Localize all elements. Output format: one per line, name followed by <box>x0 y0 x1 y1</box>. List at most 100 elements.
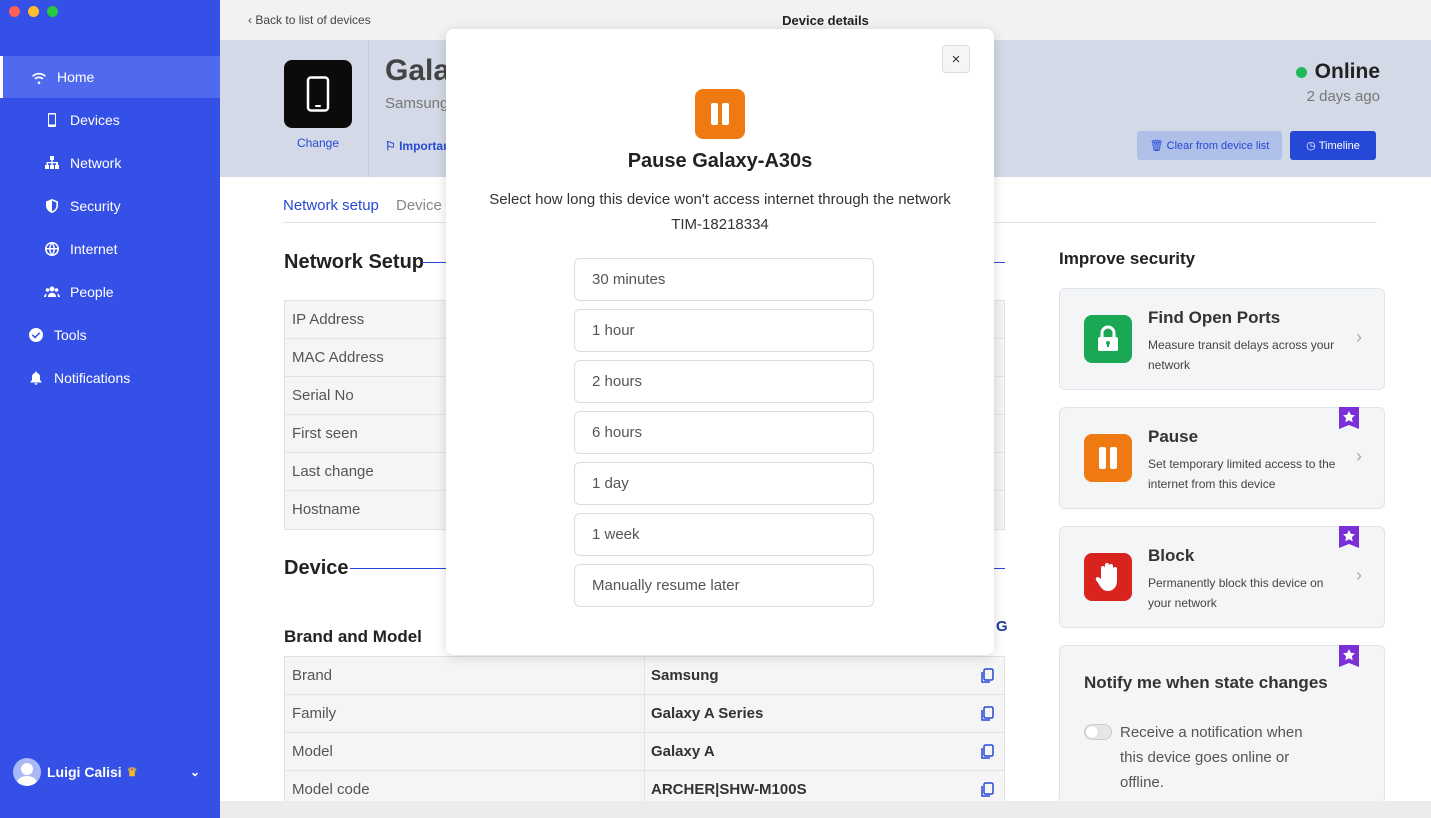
chevron-right-icon: › <box>1356 446 1362 466</box>
copy-icon[interactable] <box>980 782 994 798</box>
premium-star-icon <box>1339 407 1359 429</box>
network-name: TIM-18218334 <box>671 216 769 233</box>
clock-icon: ◷ <box>1306 140 1319 152</box>
sidebar-item-label: Internet <box>70 241 118 257</box>
card-notify: Notify me when state changes Receive a n… <box>1059 645 1385 805</box>
card-description: Set temporary limited access to the inte… <box>1148 457 1336 491</box>
premium-star-icon <box>1339 645 1359 667</box>
lock-icon <box>1084 315 1132 363</box>
card-description: Measure transit delays across your netwo… <box>1148 338 1335 372</box>
sidebar-item-notifications[interactable]: Notifications <box>0 357 220 399</box>
wifi-icon <box>30 68 48 86</box>
clear-from-list-button[interactable]: 🗑 Clear from device list <box>1137 131 1282 160</box>
sidebar-item-internet[interactable]: Internet <box>0 228 220 270</box>
device-brand: Samsung <box>385 95 449 112</box>
online-dot <box>1295 66 1307 78</box>
minimize-window-button[interactable] <box>28 6 39 17</box>
table-row: Family Galaxy A Series <box>285 695 1004 733</box>
tab-network-setup[interactable]: Network setup <box>283 197 379 214</box>
row-value: Galaxy A <box>645 733 1004 770</box>
card-find-open-ports[interactable]: Find Open Ports Measure transit delays a… <box>1059 288 1385 390</box>
pause-option-2-hours[interactable]: 2 hours <box>574 360 874 403</box>
sidebar-item-network[interactable]: Network <box>0 142 220 184</box>
sidebar-item-label: Home <box>57 69 95 85</box>
notify-toggle[interactable] <box>1084 724 1112 740</box>
sidebar-item-security[interactable]: Security <box>0 185 220 227</box>
row-value: Galaxy A Series <box>645 695 1004 732</box>
modal-description-line: Select how long this device won't access… <box>489 191 951 208</box>
row-value-text: Samsung <box>651 667 719 684</box>
sidebar-item-label: Security <box>70 198 121 214</box>
modal-description: Select how long this device won't access… <box>446 187 994 237</box>
flag-icon: ⚐ <box>385 139 400 153</box>
last-seen: 2 days ago <box>1306 88 1380 105</box>
copy-icon[interactable] <box>980 668 994 684</box>
sidebar-item-home[interactable]: Home <box>0 56 220 98</box>
pause-modal: × Pause Galaxy-A30s Select how long this… <box>446 29 994 655</box>
premium-star-icon <box>1339 526 1359 548</box>
user-menu[interactable]: Luigi Calisi ♛ ⌄ <box>13 758 208 786</box>
clear-button-label: Clear from device list <box>1166 139 1270 152</box>
tab-device[interactable]: Device <box>396 197 442 214</box>
pause-option-1-hour[interactable]: 1 hour <box>574 309 874 352</box>
brand-model-title: Brand and Model <box>284 627 422 646</box>
pause-option-1-week[interactable]: 1 week <box>574 513 874 556</box>
change-image-link[interactable]: Change <box>284 136 352 150</box>
pause-option-1-day[interactable]: 1 day <box>574 462 874 505</box>
pause-option-manual[interactable]: Manually resume later <box>574 564 874 607</box>
chevron-right-icon: › <box>1356 565 1362 585</box>
section-title-device: Device <box>284 557 349 579</box>
pause-option-30-minutes[interactable]: 30 minutes <box>574 258 874 301</box>
sidebar-item-people[interactable]: People <box>0 271 220 313</box>
row-key: Brand <box>285 657 645 694</box>
important-toggle[interactable]: ⚐ Important <box>385 139 454 153</box>
page-title: Device details <box>782 13 869 28</box>
pause-icon <box>1084 434 1132 482</box>
zoom-window-button[interactable] <box>47 6 58 17</box>
shield-icon <box>43 197 61 215</box>
copy-icon[interactable] <box>980 744 994 760</box>
bottom-edge <box>220 801 1431 818</box>
row-value: Samsung <box>645 657 1004 694</box>
card-title: Notify me when state changes <box>1084 673 1328 692</box>
row-key: Family <box>285 695 645 732</box>
modal-title: Pause Galaxy-A30s <box>627 150 813 172</box>
sidebar-item-label: Notifications <box>54 370 131 386</box>
card-title: Block <box>1148 546 1195 565</box>
toggle-label: Receive a notification when this device … <box>1120 724 1303 791</box>
crown-icon: ♛ <box>126 765 138 779</box>
window-controls <box>9 6 58 17</box>
people-icon <box>43 283 61 301</box>
trash-icon: 🗑 <box>1149 140 1167 152</box>
phone-icon <box>43 111 61 129</box>
device-image <box>284 60 352 128</box>
timeline-button-label: Timeline <box>1318 139 1360 152</box>
card-title: Find Open Ports <box>1148 308 1281 327</box>
smartphone-icon <box>306 76 330 112</box>
brand-logo: G <box>996 618 1008 635</box>
globe-icon <box>43 240 61 258</box>
row-value-text: ARCHER|SHW-M100S <box>651 781 807 798</box>
close-icon: × <box>951 50 961 68</box>
status-badge: Online <box>1295 60 1380 84</box>
network-icon <box>43 154 61 172</box>
sidebar-item-tools[interactable]: Tools <box>0 314 220 356</box>
pause-option-6-hours[interactable]: 6 hours <box>574 411 874 454</box>
card-title: Pause <box>1148 427 1199 446</box>
chevron-right-icon: › <box>1356 327 1362 347</box>
sidebar-item-devices[interactable]: Devices <box>0 99 220 141</box>
card-block[interactable]: Block Permanently block this device on y… <box>1059 526 1385 628</box>
chevron-down-icon[interactable]: ⌄ <box>190 765 200 779</box>
timeline-button[interactable]: ◷ Timeline <box>1290 131 1376 160</box>
bell-icon <box>27 369 45 387</box>
status-text: Online <box>1314 60 1380 83</box>
copy-icon[interactable] <box>980 706 994 722</box>
close-button[interactable]: × <box>942 45 970 73</box>
row-value-text: Galaxy A <box>651 743 715 760</box>
card-pause[interactable]: Pause Set temporary limited access to th… <box>1059 407 1385 509</box>
sidebar-item-label: Network <box>70 155 122 171</box>
close-window-button[interactable] <box>9 6 20 17</box>
card-description: Permanently block this device on your ne… <box>1148 576 1324 610</box>
sidebar-item-label: People <box>70 284 114 300</box>
brand-model-table: Brand Samsung Family Galaxy A Series Model… <box>284 656 1005 810</box>
